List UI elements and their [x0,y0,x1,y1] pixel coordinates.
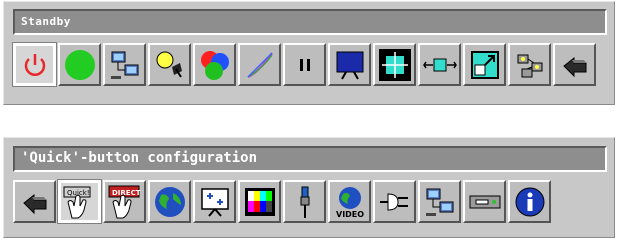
top-button-row [13,43,596,86]
network-button[interactable] [103,43,146,86]
cable-button[interactable] [283,180,326,223]
green-indicator-button[interactable] [58,43,101,86]
resize-frame-button[interactable] [373,43,416,86]
color-button[interactable] [193,43,236,86]
screen-icon [334,49,366,81]
quick-button-row: Quick! DIRECT VIDEO [13,180,551,223]
info-button[interactable] [508,180,551,223]
video-label: VIDEO [336,210,364,219]
horizontal-arrows-icon [422,53,457,77]
quick-hand-icon: Quick! [62,184,98,220]
test-pattern-icon [244,187,276,217]
direct-hand-icon: DIRECT [107,184,143,220]
video-button[interactable]: VIDEO [328,180,371,223]
globe-button[interactable] [148,180,191,223]
back-arrow-icon [20,189,50,215]
quick-button[interactable]: Quick! [58,180,101,223]
presentation-button[interactable] [193,180,236,223]
screen-button[interactable] [328,43,371,86]
presentation-board-icon [199,186,231,218]
network-button[interactable] [418,180,461,223]
curve-button[interactable] [238,43,281,86]
curve-icon [244,49,276,81]
direct-label: DIRECT [112,189,141,197]
quick-config-panel: 'Quick'-button configuration Quick! DIRE… [3,137,615,238]
direct-button[interactable]: DIRECT [103,180,146,223]
computer-network-icon [424,186,456,218]
window-expand-icon [469,49,501,81]
device-button[interactable] [463,180,506,223]
rgb-color-icon [198,48,232,82]
lamp-button[interactable] [148,43,191,86]
pause-button[interactable] [283,43,326,86]
network-hub-button[interactable] [508,43,551,86]
power-plug-button[interactable] [373,180,416,223]
lamp-icon [154,49,186,81]
network-hub-icon [514,49,546,81]
video-globe-icon: VIDEO [332,184,368,220]
green-circle-icon [63,48,97,82]
horizontal-arrows-button[interactable] [418,43,461,86]
device-box-icon [468,191,502,213]
config-title-display: 'Quick'-button configuration [13,146,607,172]
back-arrow-icon [560,52,590,78]
resize-frame-icon [378,48,412,82]
power-button[interactable] [13,43,56,86]
test-pattern-button[interactable] [238,180,281,223]
info-icon [514,186,546,218]
pause-icon [295,55,315,75]
globe-icon [153,185,187,219]
computer-network-icon [109,49,141,81]
power-plug-icon [378,189,412,215]
power-icon [20,50,50,80]
cable-plug-icon [295,185,315,219]
top-control-panel: Standby [3,1,615,105]
back-button[interactable] [553,43,596,86]
status-display: Standby [13,9,607,35]
window-expand-button[interactable] [463,43,506,86]
back-button[interactable] [13,180,56,223]
